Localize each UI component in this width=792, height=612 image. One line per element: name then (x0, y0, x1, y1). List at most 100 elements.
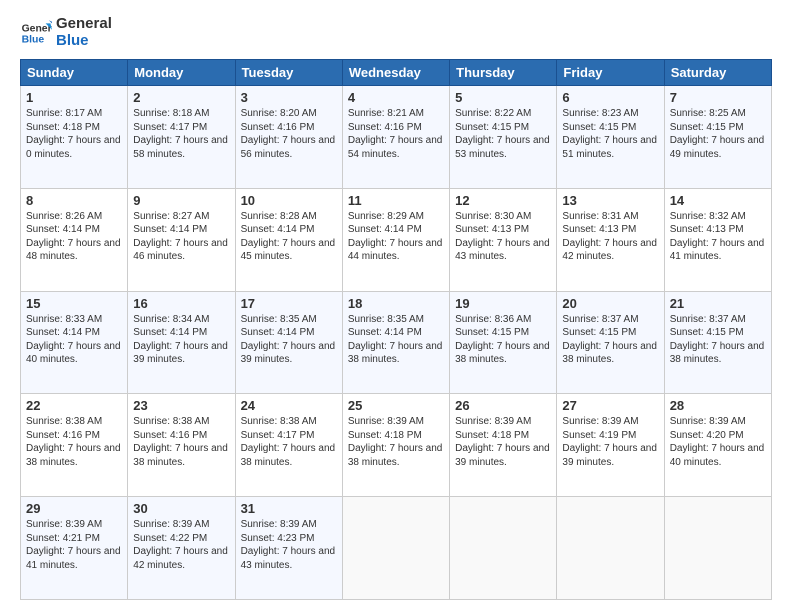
week-row-2: 8 Sunrise: 8:26 AMSunset: 4:14 PMDayligh… (21, 188, 772, 291)
cell-text: Sunrise: 8:18 AMSunset: 4:17 PMDaylight:… (133, 108, 228, 160)
day-number: 31 (241, 501, 337, 516)
day-number: 19 (455, 296, 551, 311)
day-number: 9 (133, 193, 229, 208)
day-number: 17 (241, 296, 337, 311)
calendar-cell: 2 Sunrise: 8:18 AMSunset: 4:17 PMDayligh… (128, 86, 235, 189)
cell-text: Sunrise: 8:34 AMSunset: 4:14 PMDaylight:… (133, 314, 228, 366)
day-number: 14 (670, 193, 766, 208)
calendar-cell: 27 Sunrise: 8:39 AMSunset: 4:19 PMDaylig… (557, 394, 664, 497)
day-number: 12 (455, 193, 551, 208)
cell-text: Sunrise: 8:23 AMSunset: 4:15 PMDaylight:… (562, 108, 657, 160)
logo-general: General (56, 16, 112, 33)
calendar-cell: 11 Sunrise: 8:29 AMSunset: 4:14 PMDaylig… (342, 188, 449, 291)
calendar-cell: 5 Sunrise: 8:22 AMSunset: 4:15 PMDayligh… (450, 86, 557, 189)
cell-text: Sunrise: 8:39 AMSunset: 4:18 PMDaylight:… (455, 416, 550, 468)
cell-text: Sunrise: 8:39 AMSunset: 4:20 PMDaylight:… (670, 416, 765, 468)
cell-text: Sunrise: 8:39 AMSunset: 4:18 PMDaylight:… (348, 416, 443, 468)
cell-text: Sunrise: 8:38 AMSunset: 4:16 PMDaylight:… (133, 416, 228, 468)
cell-text: Sunrise: 8:25 AMSunset: 4:15 PMDaylight:… (670, 108, 765, 160)
calendar-cell: 17 Sunrise: 8:35 AMSunset: 4:14 PMDaylig… (235, 291, 342, 394)
day-number: 11 (348, 193, 444, 208)
calendar: SundayMondayTuesdayWednesdayThursdayFrid… (20, 59, 772, 600)
cell-text: Sunrise: 8:27 AMSunset: 4:14 PMDaylight:… (133, 211, 228, 263)
day-number: 8 (26, 193, 122, 208)
day-number: 13 (562, 193, 658, 208)
day-number: 6 (562, 90, 658, 105)
cell-text: Sunrise: 8:29 AMSunset: 4:14 PMDaylight:… (348, 211, 443, 263)
calendar-cell: 19 Sunrise: 8:36 AMSunset: 4:15 PMDaylig… (450, 291, 557, 394)
cell-text: Sunrise: 8:22 AMSunset: 4:15 PMDaylight:… (455, 108, 550, 160)
calendar-cell: 6 Sunrise: 8:23 AMSunset: 4:15 PMDayligh… (557, 86, 664, 189)
calendar-cell: 18 Sunrise: 8:35 AMSunset: 4:14 PMDaylig… (342, 291, 449, 394)
day-number: 4 (348, 90, 444, 105)
calendar-cell: 28 Sunrise: 8:39 AMSunset: 4:20 PMDaylig… (664, 394, 771, 497)
calendar-cell: 13 Sunrise: 8:31 AMSunset: 4:13 PMDaylig… (557, 188, 664, 291)
cell-text: Sunrise: 8:37 AMSunset: 4:15 PMDaylight:… (562, 314, 657, 366)
cell-text: Sunrise: 8:20 AMSunset: 4:16 PMDaylight:… (241, 108, 336, 160)
calendar-cell: 3 Sunrise: 8:20 AMSunset: 4:16 PMDayligh… (235, 86, 342, 189)
week-row-3: 15 Sunrise: 8:33 AMSunset: 4:14 PMDaylig… (21, 291, 772, 394)
day-number: 1 (26, 90, 122, 105)
week-row-1: 1 Sunrise: 8:17 AMSunset: 4:18 PMDayligh… (21, 86, 772, 189)
calendar-cell: 1 Sunrise: 8:17 AMSunset: 4:18 PMDayligh… (21, 86, 128, 189)
day-number: 20 (562, 296, 658, 311)
cell-text: Sunrise: 8:21 AMSunset: 4:16 PMDaylight:… (348, 108, 443, 160)
logo-blue: Blue (56, 33, 112, 50)
calendar-cell: 16 Sunrise: 8:34 AMSunset: 4:14 PMDaylig… (128, 291, 235, 394)
calendar-cell: 4 Sunrise: 8:21 AMSunset: 4:16 PMDayligh… (342, 86, 449, 189)
cell-text: Sunrise: 8:30 AMSunset: 4:13 PMDaylight:… (455, 211, 550, 263)
day-number: 23 (133, 398, 229, 413)
cell-text: Sunrise: 8:31 AMSunset: 4:13 PMDaylight:… (562, 211, 657, 263)
cell-text: Sunrise: 8:28 AMSunset: 4:14 PMDaylight:… (241, 211, 336, 263)
day-number: 16 (133, 296, 229, 311)
day-number: 2 (133, 90, 229, 105)
calendar-cell: 9 Sunrise: 8:27 AMSunset: 4:14 PMDayligh… (128, 188, 235, 291)
calendar-cell (450, 497, 557, 600)
day-number: 15 (26, 296, 122, 311)
col-header-friday: Friday (557, 60, 664, 86)
cell-text: Sunrise: 8:17 AMSunset: 4:18 PMDaylight:… (26, 108, 121, 160)
day-number: 21 (670, 296, 766, 311)
week-row-4: 22 Sunrise: 8:38 AMSunset: 4:16 PMDaylig… (21, 394, 772, 497)
calendar-cell: 8 Sunrise: 8:26 AMSunset: 4:14 PMDayligh… (21, 188, 128, 291)
calendar-cell: 21 Sunrise: 8:37 AMSunset: 4:15 PMDaylig… (664, 291, 771, 394)
calendar-cell (557, 497, 664, 600)
cell-text: Sunrise: 8:26 AMSunset: 4:14 PMDaylight:… (26, 211, 121, 263)
calendar-cell: 15 Sunrise: 8:33 AMSunset: 4:14 PMDaylig… (21, 291, 128, 394)
cell-text: Sunrise: 8:33 AMSunset: 4:14 PMDaylight:… (26, 314, 121, 366)
cell-text: Sunrise: 8:39 AMSunset: 4:21 PMDaylight:… (26, 519, 121, 571)
svg-text:Blue: Blue (22, 34, 45, 45)
calendar-cell: 22 Sunrise: 8:38 AMSunset: 4:16 PMDaylig… (21, 394, 128, 497)
logo-icon: General Blue (20, 17, 52, 49)
logo: General Blue General Blue (20, 16, 112, 49)
cell-text: Sunrise: 8:38 AMSunset: 4:16 PMDaylight:… (26, 416, 121, 468)
header: General Blue General Blue (20, 16, 772, 49)
cell-text: Sunrise: 8:37 AMSunset: 4:15 PMDaylight:… (670, 314, 765, 366)
col-header-saturday: Saturday (664, 60, 771, 86)
cell-text: Sunrise: 8:35 AMSunset: 4:14 PMDaylight:… (241, 314, 336, 366)
day-number: 3 (241, 90, 337, 105)
calendar-cell: 30 Sunrise: 8:39 AMSunset: 4:22 PMDaylig… (128, 497, 235, 600)
week-row-5: 29 Sunrise: 8:39 AMSunset: 4:21 PMDaylig… (21, 497, 772, 600)
cell-text: Sunrise: 8:38 AMSunset: 4:17 PMDaylight:… (241, 416, 336, 468)
col-header-sunday: Sunday (21, 60, 128, 86)
day-number: 26 (455, 398, 551, 413)
day-number: 7 (670, 90, 766, 105)
day-number: 27 (562, 398, 658, 413)
calendar-cell: 10 Sunrise: 8:28 AMSunset: 4:14 PMDaylig… (235, 188, 342, 291)
day-number: 24 (241, 398, 337, 413)
page: General Blue General Blue SundayMondayTu… (0, 0, 792, 612)
col-header-thursday: Thursday (450, 60, 557, 86)
col-header-monday: Monday (128, 60, 235, 86)
cell-text: Sunrise: 8:35 AMSunset: 4:14 PMDaylight:… (348, 314, 443, 366)
calendar-cell: 14 Sunrise: 8:32 AMSunset: 4:13 PMDaylig… (664, 188, 771, 291)
calendar-cell: 20 Sunrise: 8:37 AMSunset: 4:15 PMDaylig… (557, 291, 664, 394)
cell-text: Sunrise: 8:36 AMSunset: 4:15 PMDaylight:… (455, 314, 550, 366)
cell-text: Sunrise: 8:39 AMSunset: 4:22 PMDaylight:… (133, 519, 228, 571)
calendar-cell: 25 Sunrise: 8:39 AMSunset: 4:18 PMDaylig… (342, 394, 449, 497)
day-number: 10 (241, 193, 337, 208)
calendar-cell (342, 497, 449, 600)
calendar-cell: 31 Sunrise: 8:39 AMSunset: 4:23 PMDaylig… (235, 497, 342, 600)
cell-text: Sunrise: 8:32 AMSunset: 4:13 PMDaylight:… (670, 211, 765, 263)
calendar-cell: 7 Sunrise: 8:25 AMSunset: 4:15 PMDayligh… (664, 86, 771, 189)
